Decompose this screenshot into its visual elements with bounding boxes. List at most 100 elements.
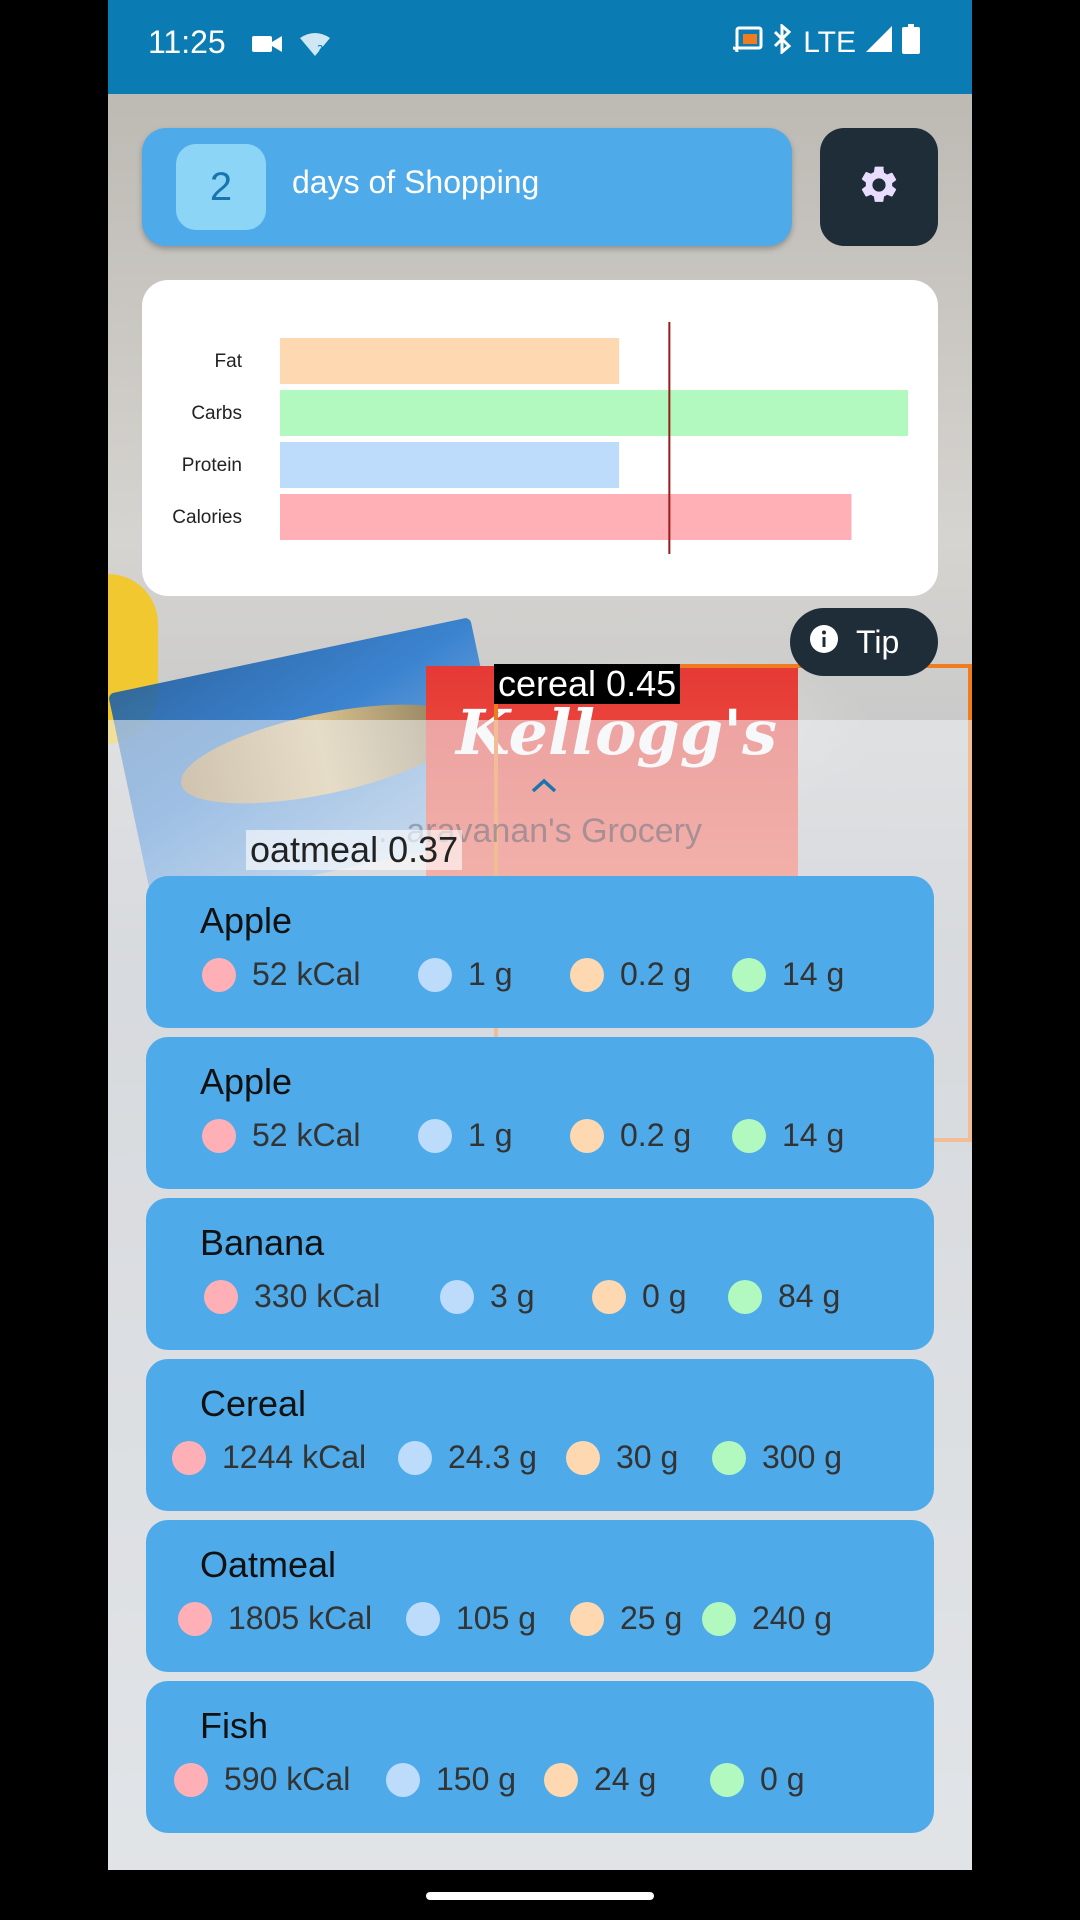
fat-dot-icon [592, 1279, 626, 1314]
chart-bar-calories [280, 494, 852, 540]
food-name: Fish [200, 1705, 269, 1746]
app-screen: 11:25 ? LTE cereal 0.45 2 days of Shoppi… [108, 0, 972, 1870]
days-pill[interactable]: 2 days of Shopping [142, 128, 792, 246]
protein-value: 3 g [490, 1278, 535, 1314]
carbs-stat: 300 g [712, 1439, 842, 1476]
fat-value: 0.2 g [620, 956, 692, 992]
food-name: Oatmeal [200, 1544, 337, 1585]
status-bar: 11:25 ? LTE [108, 0, 972, 94]
protein-value: 105 g [456, 1600, 537, 1636]
bluetooth-icon [773, 22, 793, 62]
carbs-value: 84 g [778, 1278, 841, 1314]
protein-stat: 24.3 g [398, 1439, 537, 1476]
food-name: Apple [200, 900, 293, 941]
carbs-dot-icon [732, 1118, 766, 1153]
fat-stat: 0.2 g [570, 1117, 691, 1154]
food-name: Banana [200, 1222, 325, 1263]
protein-stat: 105 g [406, 1600, 536, 1637]
calories-value: 330 kCal [254, 1278, 381, 1314]
protein-stat: 1 g [418, 956, 512, 993]
protein-value: 24.3 g [448, 1439, 537, 1475]
cast-icon [733, 26, 763, 60]
fat-value: 0.2 g [620, 1117, 692, 1153]
calories-stat: 330 kCal [204, 1278, 380, 1315]
signal-icon [866, 26, 892, 60]
protein-dot-icon [418, 957, 452, 992]
home-indicator[interactable] [426, 1892, 654, 1900]
protein-dot-icon [418, 1118, 452, 1153]
chart-category-label: Calories [172, 507, 242, 528]
fat-stat: 0 g [592, 1278, 686, 1315]
calories-dot-icon [202, 957, 236, 992]
calories-dot-icon [178, 1601, 212, 1636]
protein-stat: 150 g [386, 1761, 516, 1798]
calories-dot-icon [202, 1118, 236, 1153]
fat-stat: 24 g [544, 1761, 656, 1798]
food-item-card[interactable]: Apple 52 kCal 1 g 0.2 g 14 g [146, 876, 934, 1028]
sheet-expand-handle[interactable] [530, 770, 558, 801]
fat-value: 0 g [642, 1278, 687, 1314]
calories-dot-icon [172, 1440, 206, 1475]
calories-stat: 1805 kCal [178, 1600, 372, 1637]
protein-stat: 1 g [418, 1117, 512, 1154]
calories-value: 1805 kCal [228, 1600, 373, 1636]
food-item-card[interactable]: Cereal 1244 kCal 24.3 g 30 g 300 g [146, 1359, 934, 1511]
protein-value: 150 g [436, 1761, 517, 1797]
days-count-badge: 2 [176, 144, 266, 230]
chart-bar-fat [280, 338, 620, 384]
protein-dot-icon [406, 1601, 440, 1636]
carbs-dot-icon [732, 957, 766, 992]
fat-stat: 0.2 g [570, 956, 691, 993]
carbs-value: 0 g [760, 1761, 805, 1797]
calories-value: 1244 kCal [222, 1439, 367, 1475]
chart-category-label: Carbs [191, 403, 242, 424]
calories-dot-icon [174, 1762, 208, 1797]
carbs-stat: 14 g [732, 956, 844, 993]
chart-category-label: Fat [215, 351, 243, 372]
carbs-stat: 0 g [710, 1761, 804, 1798]
carbs-dot-icon [728, 1279, 762, 1314]
fat-value: 24 g [594, 1761, 657, 1797]
gear-icon [857, 163, 901, 212]
carbs-dot-icon [710, 1762, 744, 1797]
protein-dot-icon [386, 1762, 420, 1797]
days-label: days of Shopping [292, 164, 540, 200]
carbs-stat: 240 g [702, 1600, 832, 1637]
protein-value: 1 g [468, 1117, 513, 1153]
tip-label: Tip [856, 623, 900, 660]
food-name: Cereal [200, 1383, 307, 1424]
wifi-unknown-icon: ? [300, 32, 330, 63]
protein-stat: 3 g [440, 1278, 534, 1315]
tip-button[interactable]: Tip [790, 608, 938, 676]
chart-bar-carbs [280, 390, 908, 436]
fat-stat: 25 g [570, 1600, 682, 1637]
food-item-card[interactable]: Banana 330 kCal 3 g 0 g 84 g [146, 1198, 934, 1350]
protein-dot-icon [440, 1279, 474, 1314]
calories-value: 52 kCal [252, 1117, 361, 1153]
network-type: LTE [803, 26, 856, 59]
carbs-value: 14 g [782, 1117, 845, 1153]
nutrition-chart: Fat Carbs Protein Calories [142, 280, 938, 596]
settings-button[interactable] [820, 128, 938, 246]
carbs-value: 300 g [762, 1439, 843, 1475]
info-icon [810, 624, 838, 661]
carbs-dot-icon [712, 1440, 746, 1475]
detection-label-oatmeal: oatmeal 0.37 [246, 830, 463, 870]
calories-dot-icon [204, 1279, 238, 1314]
detection-label-cereal: cereal 0.45 [494, 664, 681, 704]
chart-bar-protein [280, 442, 620, 488]
video-camera-icon [252, 32, 282, 63]
carbs-value: 240 g [752, 1600, 833, 1636]
food-item-card[interactable]: Fish 590 kCal 150 g 24 g 0 g [146, 1681, 934, 1833]
carbs-value: 14 g [782, 956, 845, 992]
calories-value: 590 kCal [224, 1761, 351, 1797]
fat-dot-icon [544, 1762, 578, 1797]
fat-stat: 30 g [566, 1439, 678, 1476]
fat-dot-icon [570, 1601, 604, 1636]
food-item-card[interactable]: Oatmeal 1805 kCal 105 g 25 g 240 g [146, 1520, 934, 1672]
fat-value: 30 g [616, 1439, 679, 1475]
protein-dot-icon [398, 1440, 432, 1475]
food-item-card[interactable]: Apple 52 kCal 1 g 0.2 g 14 g [146, 1037, 934, 1189]
fat-dot-icon [570, 1118, 604, 1153]
battery-icon [902, 24, 920, 62]
